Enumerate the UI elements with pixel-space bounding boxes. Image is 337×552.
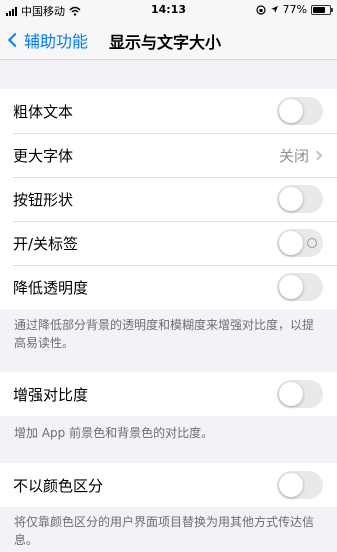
increase-contrast-toggle[interactable] (277, 380, 323, 408)
reduce-transparency-toggle[interactable] (277, 273, 323, 301)
back-label: 辅助功能 (24, 32, 89, 51)
increase-contrast-row: 增强对比度 (0, 372, 337, 416)
onoff-labels-toggle[interactable] (277, 229, 323, 257)
onoff-labels-row: 开/关标签 (0, 221, 337, 265)
button-shapes-label: 按钮形状 (13, 190, 74, 209)
differentiate-without-color-label: 不以颜色区分 (13, 476, 104, 495)
lock-rotation-icon (255, 4, 266, 15)
increase-contrast-label: 增强对比度 (13, 385, 89, 404)
color-group: 不以颜色区分 (0, 463, 337, 507)
button-shapes-row: 按钮形状 (0, 177, 337, 221)
larger-text-label: 更大字体 (13, 146, 74, 165)
status-bar: 中国移动 14:13 77% (0, 0, 337, 20)
reduce-transparency-footer: 通过降低部分背景的透明度和模糊度来增强对比度，以提高易读性。 (14, 318, 315, 350)
contrast-group: 增强对比度 (0, 372, 337, 416)
differentiate-without-color-toggle[interactable] (277, 471, 323, 499)
text-settings-group: 粗体文本 更大字体 关闭 按钮形状 开/关标签 降低透明度 (0, 89, 337, 309)
reduce-transparency-row: 降低透明度 (0, 265, 337, 309)
increase-contrast-footer: 增加 App 前景色和背景色的对比度。 (14, 426, 214, 440)
chevron-left-icon (7, 32, 23, 48)
larger-text-value: 关闭 (278, 146, 309, 165)
location-icon (270, 6, 278, 13)
off-indicator-icon (307, 238, 317, 248)
bold-text-toggle[interactable] (277, 97, 323, 125)
bold-text-row: 粗体文本 (0, 89, 337, 133)
larger-text-row[interactable]: 更大字体 关闭 (0, 133, 337, 177)
navigation-bar: 辅助功能 显示与文字大小 (0, 20, 337, 60)
battery-percent: 77% (282, 3, 307, 16)
reduce-transparency-label: 降低透明度 (13, 278, 89, 297)
differentiate-without-color-row: 不以颜色区分 (0, 463, 337, 507)
page-title: 显示与文字大小 (109, 33, 222, 52)
battery-icon (311, 4, 333, 15)
back-button[interactable]: 辅助功能 (6, 28, 88, 52)
onoff-labels-label: 开/关标签 (13, 234, 79, 253)
differentiate-without-color-footer: 将仅靠颜色区分的用户界面项目替换为用其他方式传达信息。 (14, 515, 315, 547)
chevron-right-icon (312, 150, 323, 160)
button-shapes-toggle[interactable] (277, 185, 323, 213)
bold-text-label: 粗体文本 (13, 102, 74, 121)
